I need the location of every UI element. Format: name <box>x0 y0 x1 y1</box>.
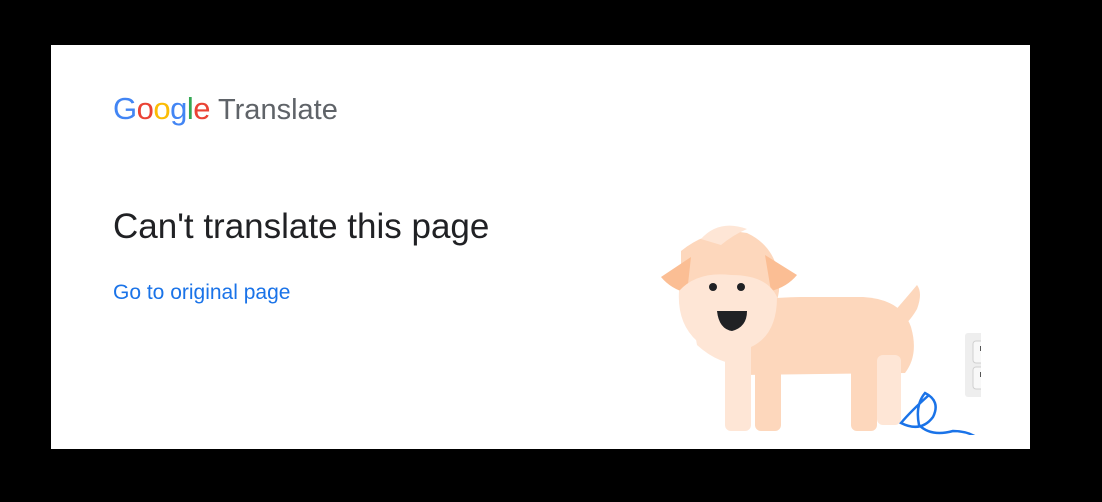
google-wordmark: Google <box>113 91 210 126</box>
error-card: GoogleTranslate Can't translate this pag… <box>51 45 1030 449</box>
logo-letter: G <box>113 91 137 126</box>
google-translate-logo: GoogleTranslate <box>113 89 338 130</box>
power-cord-icon <box>901 393 981 435</box>
logo-letter: o <box>137 91 154 126</box>
logo-letter: g <box>170 91 187 126</box>
product-name: Translate <box>218 94 338 126</box>
logo-letter: e <box>193 91 210 126</box>
dog-icon <box>661 226 920 431</box>
unplugged-dog-illustration <box>601 205 981 435</box>
go-to-original-page-link[interactable]: Go to original page <box>113 279 290 307</box>
logo-letter: o <box>153 91 170 126</box>
error-title: Can't translate this page <box>113 205 489 249</box>
power-outlet-icon <box>965 333 981 397</box>
